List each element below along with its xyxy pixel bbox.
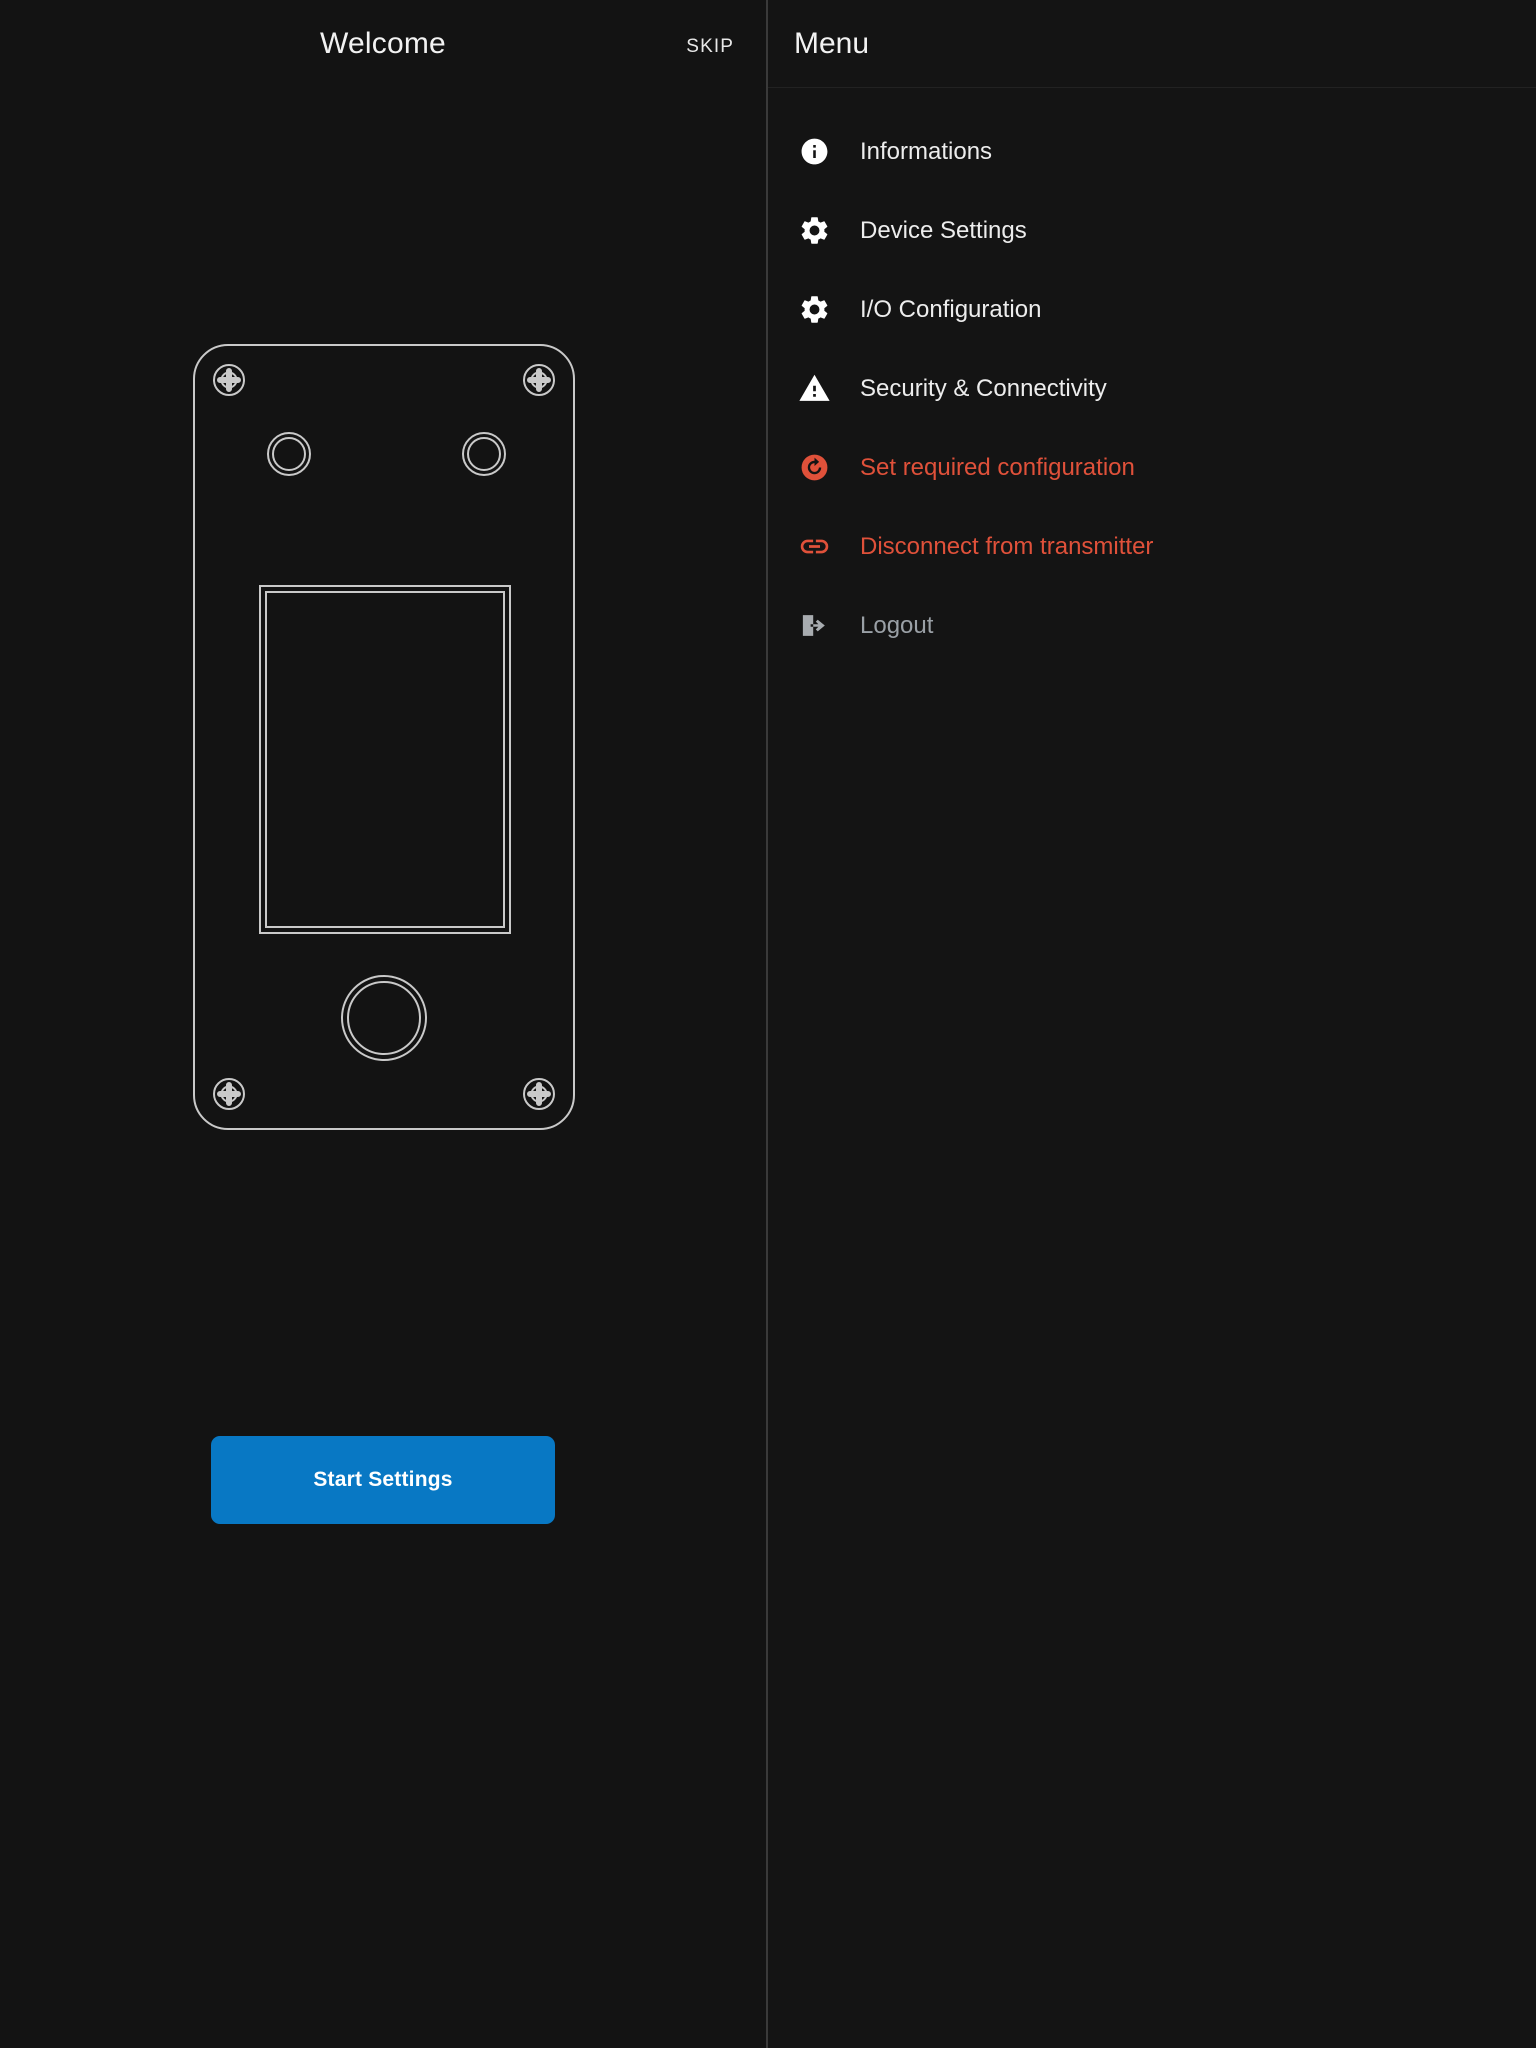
info-icon <box>794 132 834 172</box>
menu-item-label: Informations <box>860 137 993 165</box>
menu-item-informations[interactable]: Informations <box>768 112 1536 191</box>
gear-icon <box>794 290 834 330</box>
menu-item-security-connectivity[interactable]: Security & Connectivity <box>768 349 1536 428</box>
menu-item-device-settings[interactable]: Device Settings <box>768 191 1536 270</box>
logout-icon <box>794 606 834 646</box>
gear-icon <box>794 211 834 251</box>
start-settings-button[interactable]: Start Settings <box>211 1436 555 1524</box>
menu-item-label: Security & Connectivity <box>860 374 1107 402</box>
menu-item-disconnect-from-transmitter[interactable]: Disconnect from transmitter <box>768 507 1536 586</box>
main-header: Welcome <box>0 0 766 88</box>
screw-top-right <box>523 364 555 396</box>
menu-title: Menu <box>794 26 870 60</box>
skip-button[interactable]: SKIP <box>676 30 744 64</box>
link-icon <box>794 527 834 567</box>
menu-item-label: Logout <box>860 611 934 639</box>
fingerprint-button <box>341 975 427 1061</box>
menu-item-label: Disconnect from transmitter <box>860 532 1154 560</box>
menu-list: Informations Device Settings I/O Configu… <box>768 88 1536 665</box>
screw-bottom-left <box>213 1078 245 1110</box>
menu-header: Menu <box>768 0 1536 88</box>
menu-pane: Menu Informations Device Settings I/O Co <box>766 0 1536 2048</box>
menu-item-logout[interactable]: Logout <box>768 586 1536 665</box>
device-body-outline <box>193 344 575 1130</box>
app-root: Welcome SKIP Start Settings Menu Informa… <box>0 0 1536 2048</box>
menu-item-set-required-configuration[interactable]: Set required configuration <box>768 428 1536 507</box>
refresh-icon <box>794 448 834 488</box>
screw-bottom-right <box>523 1078 555 1110</box>
menu-item-io-configuration[interactable]: I/O Configuration <box>768 270 1536 349</box>
menu-item-label: Device Settings <box>860 216 1027 244</box>
menu-item-label: I/O Configuration <box>860 295 1042 323</box>
warning-icon <box>794 369 834 409</box>
menu-item-label: Set required configuration <box>860 453 1135 481</box>
sensor-hole-right <box>462 432 506 476</box>
screw-top-left <box>213 364 245 396</box>
page-title: Welcome <box>320 27 446 60</box>
display-panel <box>259 585 511 934</box>
sensor-hole-left <box>267 432 311 476</box>
main-pane: Welcome SKIP Start Settings <box>0 0 766 2048</box>
device-illustration <box>193 344 575 1130</box>
